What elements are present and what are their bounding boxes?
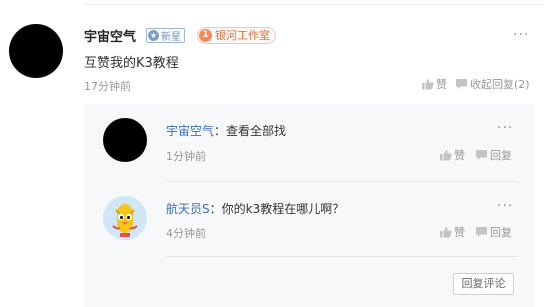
reply-like-label: 赞 xyxy=(454,226,465,239)
reply-like-button[interactable]: 赞 xyxy=(439,224,465,240)
like-label: 赞 xyxy=(436,78,447,91)
reply-like-button[interactable]: 赞 xyxy=(439,147,465,163)
reply-text: 查看全部找 xyxy=(226,124,287,138)
collapse-replies-label: 收起回复(2) xyxy=(470,78,530,91)
commenter-avatar[interactable] xyxy=(9,24,63,78)
studio-badge[interactable]: 1 银河工作室 xyxy=(197,26,277,44)
reply-text: 你的k3教程在哪儿啊？ xyxy=(221,202,345,216)
reply-author-name[interactable]: 宇宙空气 xyxy=(166,124,214,138)
top-divider xyxy=(84,4,544,5)
thumb-up-icon xyxy=(422,79,434,90)
reply-separator: ： xyxy=(209,202,222,216)
astronaut-avatar[interactable] xyxy=(103,196,147,240)
reply-more-options-icon[interactable]: ··· xyxy=(497,120,513,136)
reply-actions: 赞 回复 xyxy=(439,224,512,240)
reply-actions: 赞 回复 xyxy=(439,147,512,163)
comment-header: 宇宙空气 ★ 新星 1 银河工作室 xyxy=(84,25,277,45)
reply-time: 4分钟前 xyxy=(166,227,206,240)
reply-time: 1分钟前 xyxy=(166,150,206,163)
reply-reply-label: 回复 xyxy=(490,226,512,239)
reply-divider xyxy=(166,181,518,182)
comment-bubble-icon xyxy=(476,227,487,237)
comment-bubble-icon xyxy=(476,150,487,160)
reply-more-options-icon[interactable]: ··· xyxy=(497,198,513,214)
reply-reply-label: 回复 xyxy=(490,149,512,162)
new-star-badge[interactable]: ★ 新星 xyxy=(146,27,186,43)
new-star-label: 新星 xyxy=(161,31,182,43)
comment-actions: 赞 收起回复(2) xyxy=(421,76,530,92)
more-options-icon[interactable]: ··· xyxy=(513,27,529,43)
reply-author-name[interactable]: 航天员S xyxy=(166,202,210,216)
studio-level-icon: 1 xyxy=(199,28,213,42)
reply-comment-button[interactable]: 回复评论 xyxy=(453,273,514,295)
thumb-up-icon xyxy=(440,150,452,161)
comment-text: 互赞我的K3教程 xyxy=(84,56,179,71)
reply-line: 航天员S：你的k3教程在哪儿啊？ xyxy=(166,200,344,217)
reply-separator: ： xyxy=(214,124,227,138)
comment-time: 17分钟前 xyxy=(84,80,131,93)
studio-label: 银河工作室 xyxy=(215,29,271,42)
collapse-replies-button[interactable]: 收起回复(2) xyxy=(455,76,530,92)
reply-reply-button[interactable]: 回复 xyxy=(475,147,512,163)
reply-avatar[interactable] xyxy=(103,118,147,162)
reply-divider xyxy=(166,256,518,257)
like-button[interactable]: 赞 xyxy=(421,76,447,92)
thumb-up-icon xyxy=(440,227,452,238)
reply-reply-button[interactable]: 回复 xyxy=(475,224,512,240)
star-icon: ★ xyxy=(148,29,160,41)
comment-author-name[interactable]: 宇宙空气 xyxy=(84,26,136,45)
comment-bubble-icon xyxy=(456,79,467,89)
reply-line: 宇宙空气：查看全部找 xyxy=(166,122,286,139)
reply-like-label: 赞 xyxy=(454,149,465,162)
cartoon-bird-avatar-icon xyxy=(103,196,147,240)
